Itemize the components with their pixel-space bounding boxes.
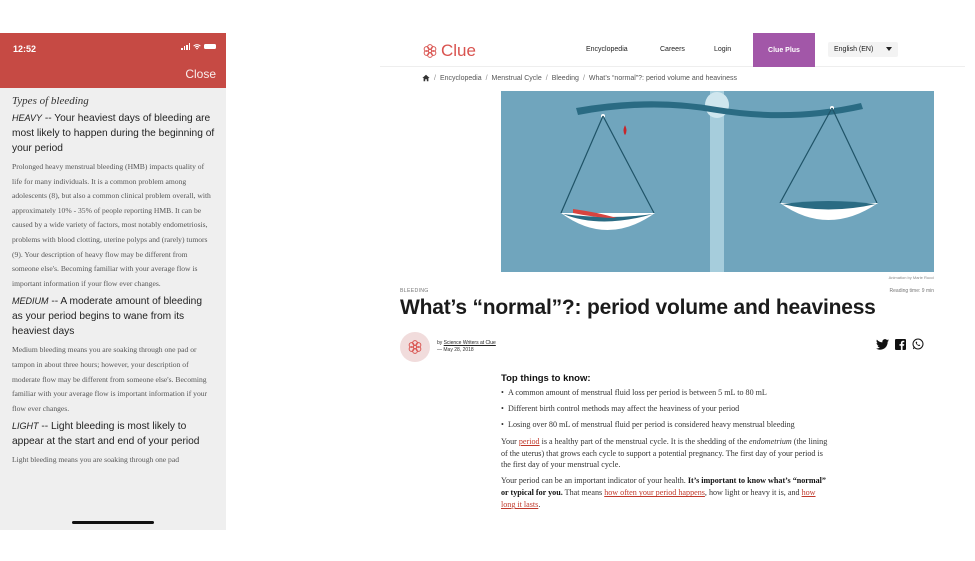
light-body: Light bleeding means you are soaking thr…: [12, 455, 180, 465]
clue-logo[interactable]: Clue: [422, 41, 476, 61]
share-bar: [876, 338, 924, 350]
breadcrumb-current: What’s “normal”?: period volume and heav…: [588, 74, 738, 82]
article-body: Top things to know: A common amount of m…: [501, 373, 831, 515]
author-block: by Science Writers at Clue — May 28, 201…: [400, 332, 496, 362]
top-things-heading: Top things to know:: [501, 373, 591, 384]
top-nav: Clue Encyclopedia Careers Login Clue Plu…: [380, 33, 965, 67]
reading-time: Reading time: 9 min: [889, 288, 934, 294]
language-select[interactable]: English (EN): [828, 42, 898, 57]
bleeding-types-content: Types of bleeding HEAVY -- Your heaviest…: [0, 88, 226, 468]
clue-plus-button[interactable]: Clue Plus: [753, 33, 815, 67]
list-item: A common amount of menstrual fluid loss …: [501, 387, 831, 399]
status-icons: [181, 43, 216, 50]
medium-body: Medium bleeding means you are soaking th…: [12, 345, 208, 413]
period-link[interactable]: period: [519, 437, 540, 446]
hero-illustration: [501, 91, 934, 272]
battery-icon: [204, 44, 216, 49]
scale-illustration: [560, 91, 878, 272]
key-points-list: A common amount of menstrual fluid loss …: [501, 387, 831, 431]
nav-encyclopedia[interactable]: Encyclopedia: [586, 46, 628, 53]
article-category[interactable]: BLEEDING: [400, 288, 429, 294]
phone-title: Types of bleeding: [12, 95, 89, 107]
author-meta: by Science Writers at Clue — May 28, 201…: [437, 340, 496, 353]
whatsapp-icon[interactable]: [912, 338, 924, 350]
status-time: 12:52: [13, 44, 37, 54]
nav-careers[interactable]: Careers: [660, 46, 685, 53]
close-button[interactable]: Close: [185, 67, 216, 81]
author-link[interactable]: Science Writers at Clue: [444, 340, 496, 346]
medium-heading: MEDIUM -- A moderate amount of bleeding …: [12, 296, 202, 338]
list-item: Losing over 80 mL of menstrual fluid per…: [501, 419, 831, 431]
breadcrumb-encyclopedia[interactable]: Encyclopedia: [440, 75, 482, 82]
publish-date: — May 28, 2018: [437, 347, 474, 353]
home-icon[interactable]: [422, 74, 430, 82]
heavy-body: Prolonged heavy menstrual bleeding (HMB)…: [12, 162, 211, 288]
phone-screen: 12:52 Close Types of bleeding HEAVY -- Y…: [0, 33, 226, 530]
clue-website: Clue Encyclopedia Careers Login Clue Plu…: [380, 33, 965, 509]
wifi-icon: [193, 43, 201, 50]
clue-flower-icon: [423, 44, 437, 58]
nav-login[interactable]: Login: [714, 46, 731, 53]
article-title: What’s “normal”?: period volume and heav…: [400, 296, 876, 319]
phone-header: 12:52 Close: [0, 33, 226, 88]
light-heading: LIGHT -- Light bleeding is most likely t…: [12, 421, 200, 448]
twitter-icon[interactable]: [876, 338, 889, 350]
clue-flower-icon: [408, 340, 422, 354]
heavy-heading: HEAVY -- Your heaviest days of bleeding …: [12, 113, 215, 154]
home-indicator[interactable]: [72, 521, 154, 524]
logo-text: Clue: [441, 41, 476, 60]
facebook-icon[interactable]: [895, 338, 906, 350]
hero-caption: Animation by Marie Rucci: [888, 275, 934, 280]
chevron-down-icon: [886, 47, 892, 51]
author-avatar: [400, 332, 430, 362]
breadcrumb: / Encyclopedia / Menstrual Cycle / Bleed…: [422, 74, 737, 82]
how-often-link[interactable]: how often your period happens: [604, 488, 705, 497]
paragraph-period: Your period is a healthy part of the men…: [501, 436, 828, 470]
breadcrumb-bleeding[interactable]: Bleeding: [552, 75, 579, 82]
language-label: English (EN): [834, 46, 874, 53]
paragraph-health: Your period can be an important indicato…: [501, 476, 826, 510]
breadcrumb-menstrual-cycle[interactable]: Menstrual Cycle: [492, 75, 542, 82]
list-item: Different birth control methods may affe…: [501, 403, 831, 415]
signal-icon: [181, 43, 190, 50]
